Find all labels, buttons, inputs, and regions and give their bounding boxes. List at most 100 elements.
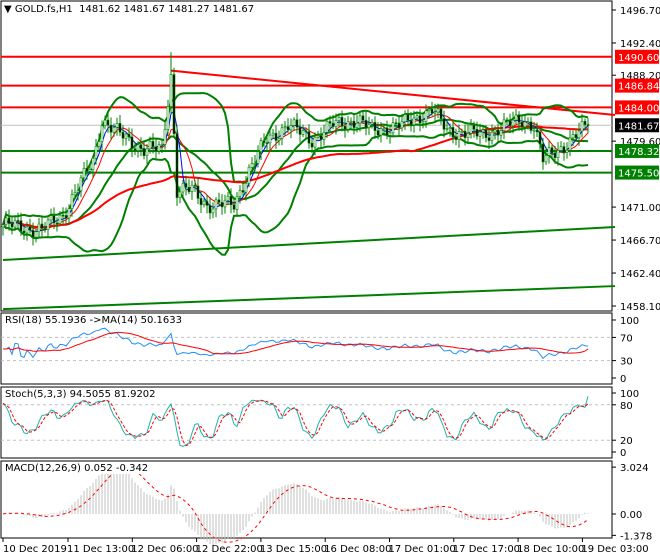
candle-body xyxy=(163,129,167,145)
support-trendline xyxy=(2,226,616,261)
candle-body xyxy=(148,141,152,150)
candle-body xyxy=(67,208,71,219)
candle-body xyxy=(7,217,11,224)
close-value: 1481.67 xyxy=(212,4,255,15)
candle-body xyxy=(22,230,26,234)
stoch-tick-label: 20 xyxy=(620,436,633,447)
candle-body xyxy=(307,131,311,144)
candle-body xyxy=(127,133,131,138)
candle-body xyxy=(259,140,263,152)
candle-body xyxy=(181,183,185,193)
candle-body xyxy=(502,119,506,131)
candle-body xyxy=(418,115,422,124)
stoch-title: Stoch(5,3,3) 94.5055 81.9202 xyxy=(5,389,156,400)
candle-body xyxy=(580,121,584,132)
candle-body xyxy=(406,114,410,121)
candle-body xyxy=(415,115,419,119)
candle-body xyxy=(370,122,374,125)
candle-body xyxy=(166,106,170,130)
candle-body xyxy=(367,123,371,129)
candle-body xyxy=(556,150,560,159)
candle-body xyxy=(232,204,236,210)
candle-body xyxy=(277,138,281,141)
candle-body xyxy=(97,141,101,147)
candle-body xyxy=(250,163,254,168)
price-tick-label: 1471.00 xyxy=(620,203,660,214)
candle-body xyxy=(283,126,287,129)
candle-body xyxy=(106,119,110,126)
candle-body xyxy=(565,149,569,153)
candle-body xyxy=(361,115,365,121)
candle-body xyxy=(310,142,314,148)
candle-body xyxy=(103,119,107,127)
high-value: 1481.67 xyxy=(123,4,166,15)
rsi-tick-label: 0 xyxy=(620,374,626,385)
candle-body xyxy=(544,155,548,163)
dropdown-triangle-icon[interactable]: ▼ xyxy=(4,4,12,15)
candle-body xyxy=(13,220,17,228)
candle-body xyxy=(100,125,104,142)
candle-body xyxy=(421,121,425,124)
symbol-label: GOLD.fs,H1 xyxy=(14,4,73,15)
candle-body xyxy=(391,122,395,134)
candle-body xyxy=(472,124,476,130)
candle-body xyxy=(520,121,524,128)
price-tick-label: 1492.40 xyxy=(620,39,660,50)
candle-body xyxy=(265,142,269,145)
candle-body xyxy=(193,184,197,187)
candle-body xyxy=(214,199,218,210)
rsi-title: RSI(18) 55.1936 ->MA(14) 50.1633 xyxy=(5,315,182,326)
candle-body xyxy=(412,117,416,126)
candle-body xyxy=(436,108,440,113)
candle-body xyxy=(568,137,572,151)
candle-body xyxy=(577,130,581,139)
candle-body xyxy=(304,130,308,133)
stoch-signal-line xyxy=(2,400,589,447)
bollinger-upper-band xyxy=(2,92,589,225)
candle-body xyxy=(34,231,38,238)
candle-body xyxy=(379,128,383,136)
price-tick-label: 1458.10 xyxy=(620,302,660,313)
candle-body xyxy=(562,146,566,153)
candle-body xyxy=(343,125,347,130)
candle-body xyxy=(346,121,350,130)
candle-body xyxy=(337,117,341,121)
rsi-ma-line xyxy=(3,331,589,355)
candle-body xyxy=(451,127,455,138)
time-tick-label: 10 Dec 2019 xyxy=(3,544,67,555)
candle-body xyxy=(301,130,305,135)
candle-body xyxy=(253,163,257,165)
macd-title: MACD(12,26,9) 0.052 -0.342 xyxy=(5,463,149,474)
candle-body xyxy=(433,111,437,114)
candle-body xyxy=(184,183,188,188)
candle-body xyxy=(373,122,377,131)
candle-body xyxy=(553,152,557,159)
candle-body xyxy=(202,200,206,206)
candle-body xyxy=(541,143,545,163)
candle-body xyxy=(115,123,119,128)
support-trendline xyxy=(2,285,616,311)
resistance-level-label: 1490.60 xyxy=(618,53,659,64)
candle-body xyxy=(130,136,134,149)
candle-body xyxy=(145,148,149,156)
candle-body xyxy=(583,121,587,125)
candle-body xyxy=(331,122,335,127)
candle-body xyxy=(457,131,461,140)
time-tick-label: 13 Dec 15:00 xyxy=(260,544,327,555)
rsi-tick-label: 100 xyxy=(620,316,639,327)
candle-body xyxy=(160,144,164,146)
macd-tick-label: 3.024 xyxy=(620,463,649,474)
candle-body xyxy=(169,74,173,107)
candle-body xyxy=(352,120,356,128)
candle-body xyxy=(61,214,65,217)
time-tick-label: 17 Dec 17:00 xyxy=(453,544,520,555)
candle-body xyxy=(76,190,80,193)
candle-body xyxy=(403,114,407,123)
time-tick-label: 12 Dec 06:00 xyxy=(131,544,198,555)
candle-body xyxy=(316,135,320,138)
candle-body xyxy=(139,144,143,149)
candle-body xyxy=(31,229,35,238)
candle-body xyxy=(382,127,386,130)
candle-body xyxy=(538,131,542,145)
candle-body xyxy=(517,114,521,123)
